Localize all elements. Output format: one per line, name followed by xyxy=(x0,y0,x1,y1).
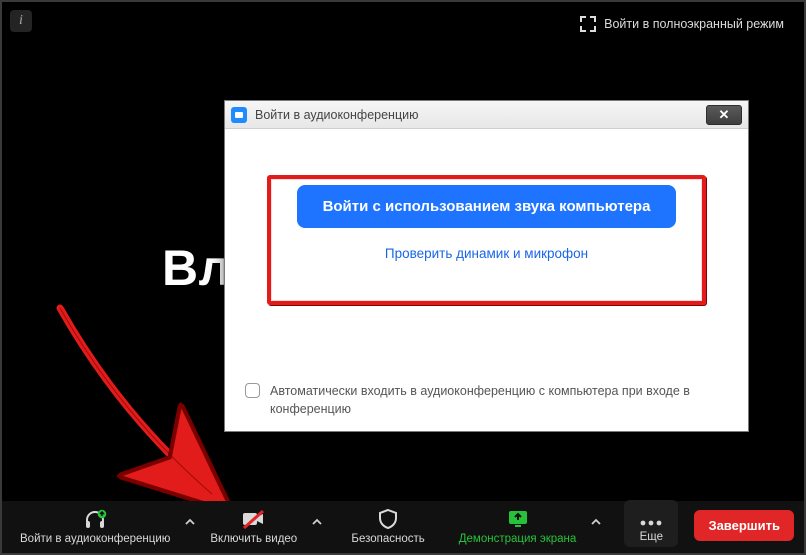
fullscreen-icon xyxy=(580,16,596,32)
video-options-caret[interactable] xyxy=(307,517,327,547)
auto-join-checkbox[interactable] xyxy=(245,383,260,398)
dialog-titlebar[interactable]: Войти в аудиоконференцию ✕ xyxy=(225,101,748,129)
meeting-window: i Войти в полноэкранный режим Вл Войти в… xyxy=(0,0,806,555)
shield-icon xyxy=(377,508,399,530)
share-options-caret[interactable] xyxy=(586,517,606,547)
more-label: Еще xyxy=(640,531,663,543)
test-audio-link[interactable]: Проверить динамик и микрофон xyxy=(225,246,748,261)
app-icon xyxy=(231,107,247,123)
end-meeting-button[interactable]: Завершить xyxy=(694,510,794,541)
share-screen-label: Демонстрация экрана xyxy=(459,533,577,545)
audio-options-caret[interactable] xyxy=(180,517,200,547)
meeting-toolbar: Войти в аудиоконференцию Включить видео … xyxy=(2,501,804,553)
more-icon xyxy=(638,506,664,528)
info-button[interactable]: i xyxy=(10,10,32,32)
security-label: Безопасность xyxy=(351,533,424,545)
video-off-icon xyxy=(241,508,267,530)
start-video-label: Включить видео xyxy=(210,533,297,545)
join-audio-label: Войти в аудиоконференцию xyxy=(20,533,170,545)
annotation-arrow xyxy=(42,302,242,522)
fullscreen-label: Войти в полноэкранный режим xyxy=(604,17,784,31)
auto-join-label: Автоматически входить в аудиоконференцию… xyxy=(270,382,724,420)
dialog-close-button[interactable]: ✕ xyxy=(706,105,742,125)
dialog-body: Войти с использованием звука компьютера … xyxy=(225,129,748,431)
start-video-button[interactable]: Включить видео xyxy=(202,506,305,547)
headphones-icon xyxy=(83,508,107,530)
security-button[interactable]: Безопасность xyxy=(343,506,432,547)
dialog-title: Войти в аудиоконференцию xyxy=(255,108,418,122)
more-button[interactable]: Еще xyxy=(624,500,678,547)
join-audio-dialog: Войти в аудиоконференцию ✕ Войти с испол… xyxy=(224,100,749,432)
join-computer-audio-button[interactable]: Войти с использованием звука компьютера xyxy=(297,185,677,228)
participant-name-partial: Вл xyxy=(162,239,231,297)
share-screen-button[interactable]: Демонстрация экрана xyxy=(451,506,585,547)
close-icon: ✕ xyxy=(719,107,730,123)
join-audio-button[interactable]: Войти в аудиоконференцию xyxy=(12,506,178,547)
share-screen-icon xyxy=(506,508,530,530)
enter-fullscreen-button[interactable]: Войти в полноэкранный режим xyxy=(574,12,790,36)
